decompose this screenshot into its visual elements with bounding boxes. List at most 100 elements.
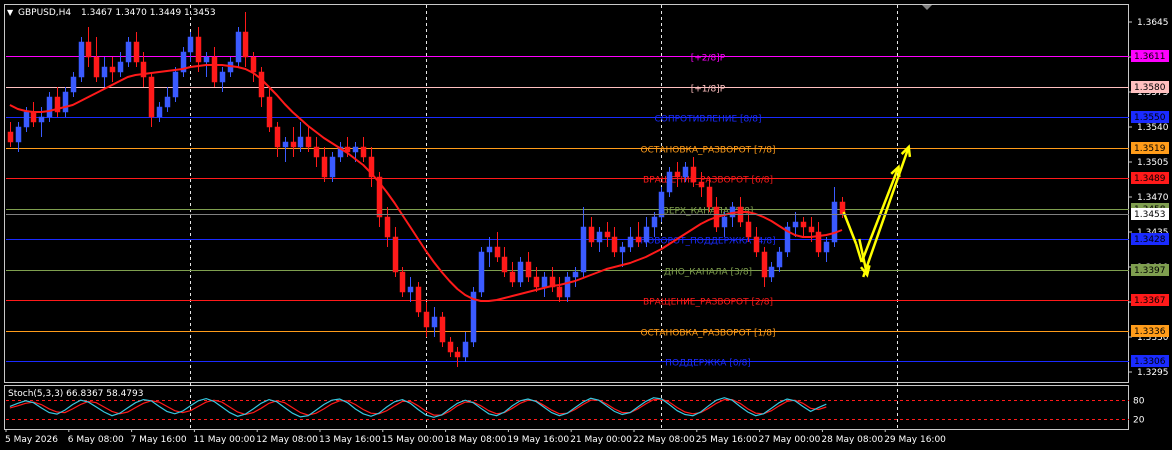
stoch-level-label-1: 20 [1133,416,1145,426]
candle-body-26 [211,56,218,83]
price-tick-label-0: 1.3645 [1137,18,1169,28]
candle-body-38 [305,136,312,148]
candle-body-71 [564,276,571,298]
candle-body-96 [761,251,768,278]
candle-body-70 [556,286,563,298]
candle-body-9 [78,41,85,78]
candle-body-73 [580,226,587,273]
candle-body-1 [15,126,22,143]
candle-body-104 [823,241,830,253]
candle-body-7 [62,91,69,113]
candle-body-78 [619,246,626,253]
candle-body-34 [274,126,281,148]
candle-body-39 [313,146,320,158]
current-price-label: 1.3453 [1134,210,1166,220]
candle-body-63 [501,256,508,273]
candle-body-60 [478,251,485,293]
candle-body-55 [439,316,446,343]
candle-body-101 [800,221,807,228]
price-tick-label-10: 1.3295 [1137,368,1169,378]
candle-body-4 [38,116,45,123]
candle-body-29 [235,31,242,63]
price-tick-label-3: 1.3540 [1137,123,1169,133]
murrey-level-label-4: ВРАЩЕНИЕ_РАЗВОРОТ [6/8] [643,176,773,186]
murrey-level-label-0: [+2/8]P [691,54,726,64]
price-level-box-label-0: 1.3611 [1134,52,1166,62]
candle-body-86 [682,166,689,178]
murrey-level-label-3: ОСТАНОВКА_РАЗВОРОТ [7/8] [640,146,775,156]
candle-body-19 [156,106,163,118]
price-level-box-label-2: 1.3550 [1134,113,1166,123]
candle-body-56 [447,341,454,353]
candle-body-14 [117,61,124,73]
candle-body-83 [658,191,665,218]
candle-body-3 [30,111,37,123]
price-level-box-label-10: 1.3306 [1134,357,1166,367]
candle-body-15 [125,41,132,63]
candle-body-0 [7,131,14,143]
candle-body-65 [517,261,524,283]
candle-body-13 [109,66,116,73]
murrey-level-label-2: СОПРОТИВЛЕНИЕ [8/8] [654,115,761,125]
candle-body-68 [541,276,548,288]
time-tick-label-2: 7 May 16:00 [131,435,187,445]
price-level-box-label-1: 1.3580 [1134,83,1166,93]
time-tick-label-14: 29 May 16:00 [884,435,946,445]
murrey-level-label-8: ВРАЩЕНИЕ_РАЗВОРОТ [2/8] [643,298,773,308]
candle-body-100 [792,221,799,228]
time-tick-label-13: 28 May 08:00 [821,435,883,445]
candle-body-91 [721,216,728,228]
candle-body-105 [831,201,838,243]
price-level-box-label-9: 1.3336 [1134,327,1166,337]
candle-body-21 [172,71,179,98]
candle-body-81 [643,226,650,243]
time-tick-label-3: 11 May 00:00 [193,435,255,445]
price-tick-label-5: 1.3470 [1137,193,1169,203]
candle-body-16 [133,41,140,63]
candle-body-76 [604,231,611,238]
candle-body-50 [399,271,406,293]
candle-body-31 [250,56,257,73]
murrey-level-label-10: ПОДДЕРЖКА [0/8] [665,359,751,369]
stochastic-label: Stoch(5,3,3) 66.8367 58.4793 [8,389,143,399]
candle-body-84 [666,171,673,193]
candle-body-20 [164,96,171,108]
candle-body-45 [360,146,367,158]
candle-body-82 [651,216,658,228]
candle-body-8 [70,76,77,93]
candle-body-94 [745,221,752,238]
candle-body-5 [46,96,53,118]
candle-body-49 [392,236,399,273]
stoch-level-label-0: 80 [1133,397,1145,407]
candle-body-67 [533,276,540,288]
candle-body-40 [321,156,328,178]
candle-body-23 [187,36,194,53]
price-level-box-label-7: 1.3397 [1134,266,1166,276]
candle-body-10 [85,41,92,58]
candle-body-25 [203,56,210,63]
candle-body-32 [258,71,265,98]
candle-body-88 [698,181,705,188]
price-tick-label-4: 1.3505 [1137,158,1169,168]
time-tick-label-12: 27 May 00:00 [759,435,821,445]
time-tick-label-6: 15 May 00:00 [382,435,444,445]
candle-body-75 [596,231,603,243]
candle-body-85 [674,171,681,178]
candle-body-57 [454,351,461,358]
chart-title-symbol: GBPUSD,H4 [18,8,71,18]
murrey-level-label-9: ОСТАНОВКА_РАЗВОРОТ [1/8] [640,329,775,339]
time-tick-label-1: 6 May 08:00 [68,435,124,445]
gbpusd-h4-chart[interactable]: [+2/8]P [+1/8]P СОПРОТИВЛЕНИЕ [8/8] ОСТАНОВ… [0,0,1172,450]
chart-collapse-arrow[interactable]: ▼ [7,8,14,17]
candle-body-98 [776,251,783,268]
candle-body-95 [753,236,760,253]
time-tick-label-8: 19 May 16:00 [507,435,569,445]
candle-body-87 [690,166,697,183]
candle-body-66 [525,261,532,278]
time-tick-label-7: 18 May 08:00 [445,435,507,445]
time-tick-label-10: 22 May 08:00 [633,435,695,445]
time-tick-label-9: 21 May 00:00 [570,435,632,445]
chart-title-ohlc: 1.3467 1.3470 1.3449 1.3453 [81,8,216,18]
candle-body-102 [808,226,815,233]
candle-body-97 [768,266,775,278]
